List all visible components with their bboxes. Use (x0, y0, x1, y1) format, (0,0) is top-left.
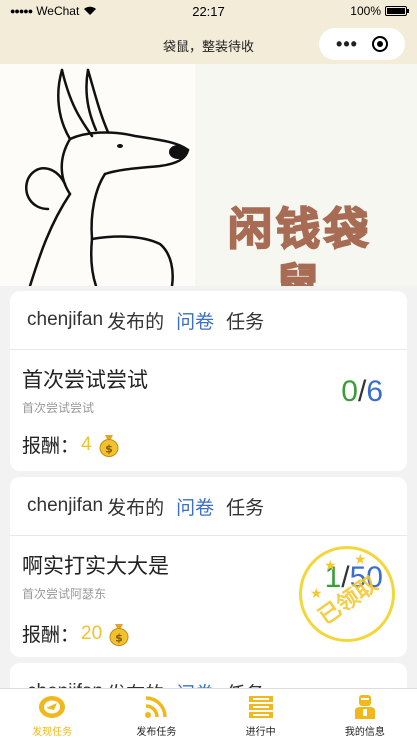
publisher-name: chenjifan (27, 309, 104, 330)
status-bar: ●●●●● WeChat 22:17 100% (0, 0, 417, 24)
task-word: 任务 (226, 311, 265, 333)
progress-done: 0 (341, 375, 358, 408)
progress-total: 6 (366, 375, 383, 408)
card-header: chenjifan 发布的 问卷 任务 (10, 291, 407, 350)
rss-icon (145, 696, 168, 718)
task-title: 啊实打实大大是 (22, 555, 169, 578)
tab-label: 我的信息 (344, 727, 385, 738)
task-kind-link[interactable]: 问卷 (176, 493, 214, 520)
reward-value: 20 (81, 622, 103, 644)
user-icon (354, 695, 375, 719)
tab-publish[interactable]: 发布任务 (104, 689, 208, 738)
task-title: 首次尝试尝试 (22, 369, 148, 392)
reward-label: 报酬： (22, 625, 80, 646)
card-header: chenjifan 发布的 问卷 任务 (10, 477, 407, 536)
reward-value: 4 (81, 433, 92, 455)
battery-percent: 100% (350, 4, 381, 18)
task-word: 任务 (226, 497, 265, 519)
task-kind-link[interactable]: 问卷 (176, 307, 214, 334)
mini-program-capsule: ••• (319, 28, 405, 60)
battery-icon (385, 6, 409, 16)
star-icon: ★ (324, 557, 337, 573)
claimed-stamp: ★ ★ ★ 已领取 (299, 546, 395, 642)
money-bag-icon: $ (109, 623, 129, 646)
published-by-label: 发布的 (107, 497, 165, 519)
task-desc: 首次尝试阿瑟东 (22, 587, 107, 601)
tab-label: 发布任务 (136, 727, 177, 738)
task-desc: 首次尝试尝试 (22, 401, 95, 415)
reward: 报酬： 4 $ (22, 431, 120, 458)
discover-icon (39, 696, 66, 718)
tab-label: 发现任务 (32, 727, 73, 738)
money-bag-icon: $ (99, 434, 119, 457)
task-progress: 0/6 (341, 375, 383, 408)
svg-text:$: $ (115, 631, 123, 644)
tab-my-info[interactable]: 我的信息 (313, 689, 417, 738)
tab-bar: 发现任务 发布任务 进行中 我的信息 (0, 688, 417, 738)
banner-line-1: 闲钱袋鼠 (227, 203, 372, 286)
tab-discover[interactable]: 发现任务 (0, 689, 104, 738)
tab-label: 进行中 (245, 727, 276, 738)
publisher-name: chenjifan (27, 495, 104, 516)
task-card[interactable]: chenjifan 发布的 问卷 任务 首次尝试尝试 首次尝试尝试 0/6 报酬… (10, 291, 407, 471)
more-icon[interactable]: ••• (336, 35, 358, 53)
battery-info: 100% (350, 4, 409, 18)
nav-bar: 袋鼠，整装待收 ••• (0, 24, 417, 64)
svg-text:$: $ (105, 442, 113, 455)
banner-title: 闲钱袋鼠 公告 (213, 202, 387, 286)
reward-label: 报酬： (22, 436, 80, 457)
close-target-icon[interactable] (371, 36, 388, 52)
published-by-label: 发布的 (107, 311, 165, 333)
list-icon (248, 696, 273, 718)
announcement-banner[interactable]: 闲钱袋鼠 公告 (0, 64, 417, 286)
reward: 报酬： 20 $ (22, 620, 130, 647)
tab-in-progress[interactable]: 进行中 (209, 689, 313, 738)
